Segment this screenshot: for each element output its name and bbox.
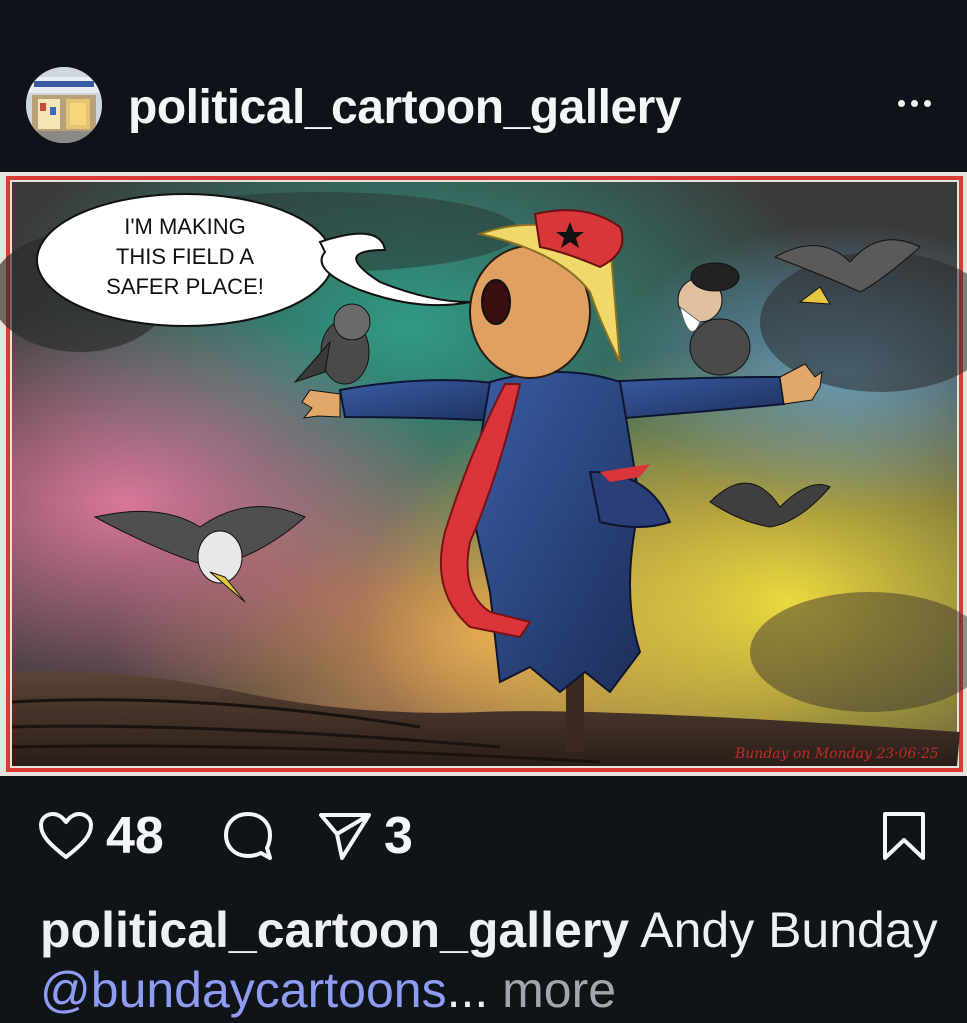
share-count[interactable]: 3 (384, 810, 413, 862)
caption-mention[interactable]: @bundaycartoons (40, 962, 447, 1018)
heart-icon[interactable] (38, 811, 94, 861)
avatar[interactable] (26, 67, 102, 143)
caption-more-link[interactable]: more (488, 962, 616, 1018)
speech-line-2: THIS FIELD A (116, 244, 254, 269)
post-actions: 48 3 (0, 800, 967, 890)
bookmark-icon[interactable] (880, 810, 928, 862)
like-count[interactable]: 48 (106, 810, 164, 862)
bookmark-group (880, 810, 928, 862)
post-caption: political_cartoon_gallery Andy Bunday @b… (40, 900, 940, 1020)
share-icon[interactable] (318, 810, 372, 862)
caption-username[interactable]: political_cartoon_gallery (40, 902, 629, 958)
speech-line-3: SAFER PLACE! (106, 274, 264, 299)
like-group: 48 (38, 810, 164, 862)
more-options-icon[interactable] (888, 88, 940, 118)
speech-line-1: I'M MAKING (124, 214, 246, 239)
post-image[interactable]: I'M MAKING THIS FIELD A SAFER PLACE! Bun… (0, 172, 967, 776)
post-header: political_cartoon_gallery (0, 0, 967, 172)
cartoon-illustration: I'M MAKING THIS FIELD A SAFER PLACE! Bun… (0, 172, 967, 776)
comment-icon[interactable] (222, 810, 274, 862)
caption-ellipsis: ... (446, 962, 489, 1018)
avatar-storefront-image (26, 67, 102, 143)
post-username[interactable]: political_cartoon_gallery (128, 80, 682, 135)
share-group: 3 (318, 810, 413, 862)
caption-text: Andy Bunday (629, 902, 938, 958)
comment-group (222, 810, 274, 862)
cartoon-signature: Bunday on Monday 23·06·25 (734, 746, 939, 762)
